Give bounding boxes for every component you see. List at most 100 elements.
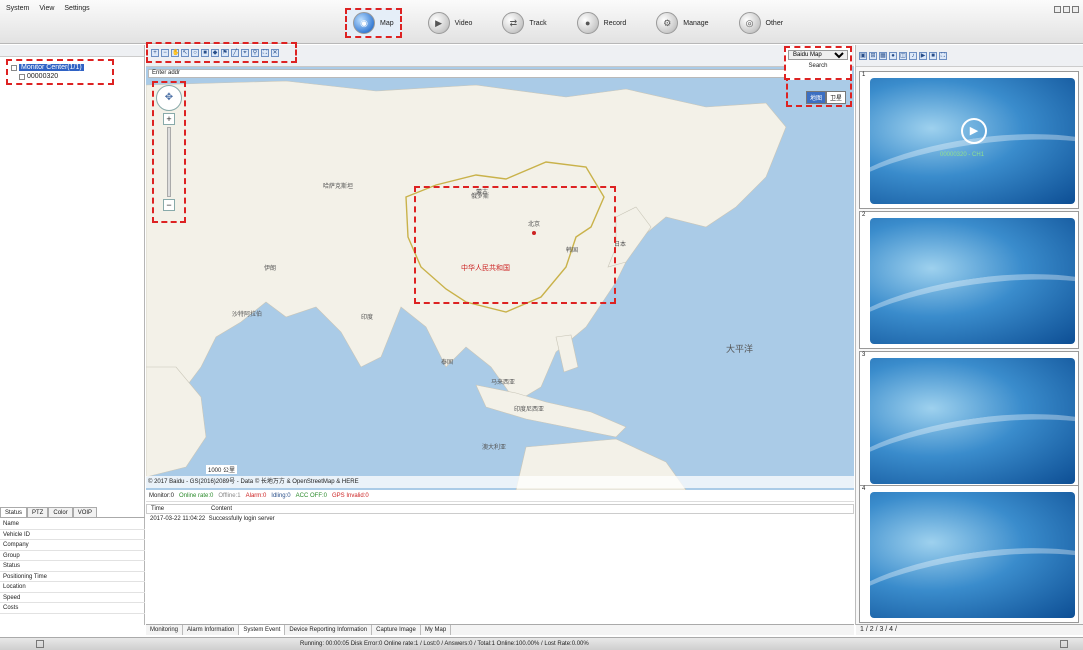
- play-icon[interactable]: ▶: [919, 51, 927, 60]
- search-button[interactable]: Search: [786, 63, 850, 69]
- left-tabs: Status PTZ Color VOIP: [0, 507, 145, 518]
- zoom-in-tool-icon[interactable]: +: [151, 48, 159, 57]
- tab-voip[interactable]: VOIP: [72, 507, 98, 517]
- nav-map-button[interactable]: ◉ Map: [345, 8, 402, 38]
- map-label: 澳大利亚: [482, 445, 507, 451]
- pane-number: 2: [860, 212, 868, 218]
- manage-icon: ⚙: [656, 12, 679, 34]
- event-time: 2017-03-22 11:04:22: [150, 516, 206, 522]
- track-icon: ⇄: [502, 12, 525, 34]
- pan-tool-icon[interactable]: ✋: [171, 48, 179, 57]
- basemap-select[interactable]: Baidu Map: [788, 50, 848, 60]
- pan-control-icon[interactable]: ✥: [156, 85, 182, 111]
- minimize-icon[interactable]: [1054, 6, 1061, 13]
- video-pager[interactable]: 1 / 2 / 3 / 4 /: [856, 624, 1083, 635]
- attr-location: Location: [0, 582, 145, 593]
- maximize-icon[interactable]: [1063, 6, 1070, 13]
- nav-record-label: Record: [603, 19, 627, 27]
- circle-tool-icon[interactable]: ○: [191, 48, 199, 57]
- layout-9-icon[interactable]: ▦: [879, 51, 887, 60]
- measure-tool-icon[interactable]: ⌖: [241, 48, 249, 57]
- highlight-region: [414, 186, 616, 304]
- search-tool-icon[interactable]: ⚲: [251, 48, 259, 57]
- map-view[interactable]: Enter addr 北京 中华人民共和国 俄罗斯 哈萨克斯坦 蒙古 日本 韩国…: [146, 67, 854, 490]
- flag-tool-icon[interactable]: ⚑: [221, 48, 229, 57]
- video-toolbar: ▣ ⊞ ▦ ● ◫ ♪ ▶ ■ ⛶: [856, 45, 1083, 67]
- fullscreen-icon[interactable]: ⛶: [939, 51, 947, 60]
- video-screen[interactable]: [870, 492, 1075, 618]
- menu-settings[interactable]: Settings: [64, 5, 89, 12]
- play-icon[interactable]: ▶: [961, 118, 987, 144]
- tab-device-reporting[interactable]: Device Reporting Information: [285, 625, 373, 635]
- menu-system[interactable]: System: [6, 5, 29, 12]
- layout-4-icon[interactable]: ⊞: [869, 51, 877, 60]
- table-row[interactable]: 2017-03-22 11:04:22 Successfully login s…: [146, 514, 854, 524]
- zoom-slider[interactable]: [167, 127, 171, 197]
- nav-track-label: Track: [529, 19, 547, 27]
- video-pane-3[interactable]: 3: [859, 351, 1079, 489]
- checkbox-icon[interactable]: [19, 73, 25, 80]
- device-tree: Monitor Center(1/1) 00000320: [6, 59, 114, 85]
- nav-record-button[interactable]: ● Record: [573, 8, 631, 38]
- checkbox-icon[interactable]: [11, 64, 17, 71]
- video-screen[interactable]: ▶ 00000320 - CH1: [870, 78, 1075, 204]
- tab-system-event[interactable]: System Event: [239, 625, 286, 635]
- event-table-header: Time Content: [146, 504, 854, 514]
- polygon-tool-icon[interactable]: ◆: [211, 48, 219, 57]
- satellite-mode-button[interactable]: 卫星: [825, 91, 846, 104]
- map-tools: + − ✋ ↖ ○ ■ ◆ ⚑ ╱ ⌖ ⚲ ⛶ ✕: [146, 42, 297, 63]
- clear-tool-icon[interactable]: ✕: [271, 48, 279, 57]
- video-pane-4[interactable]: 4: [859, 485, 1079, 623]
- land-africa: [146, 366, 207, 478]
- nav-manage-button[interactable]: ⚙ Manage: [652, 8, 712, 38]
- event-panel: Time Content 2017-03-22 11:04:22 Success…: [146, 504, 854, 623]
- tree-root[interactable]: Monitor Center(1/1): [11, 63, 109, 72]
- map-mode-button[interactable]: 地图: [805, 91, 826, 104]
- main-navigation: ◉ Map ▶ Video ⇄ Track ● Record ⚙ Manage ◎ Othe…: [345, 8, 809, 38]
- snapshot-icon[interactable]: ◫: [899, 51, 907, 60]
- fullscreen-tool-icon[interactable]: ⛶: [261, 48, 269, 57]
- footer-right-icon[interactable]: [1060, 640, 1068, 648]
- close-icon[interactable]: [1072, 6, 1079, 13]
- zoom-out-icon[interactable]: −: [163, 199, 175, 211]
- rectangle-tool-icon[interactable]: ■: [201, 48, 209, 57]
- menu-view[interactable]: View: [39, 5, 54, 12]
- nav-video-label: Video: [454, 19, 473, 27]
- tree-child[interactable]: 00000320: [11, 72, 109, 81]
- video-screen[interactable]: [870, 218, 1075, 344]
- stop-icon[interactable]: ■: [929, 51, 937, 60]
- tree-child-label[interactable]: 00000320: [27, 73, 58, 80]
- footer-left-icon[interactable]: [36, 640, 44, 648]
- tab-alarm-information[interactable]: Alarm Information: [183, 625, 240, 635]
- tab-capture-image[interactable]: Capture Image: [372, 625, 421, 635]
- zoom-in-icon[interactable]: +: [163, 113, 175, 125]
- pointer-tool-icon[interactable]: ↖: [181, 48, 189, 57]
- map-copyright: © 2017 Baidu - GS(2016)2089号 - Data © 长地…: [146, 476, 854, 488]
- video-pane-2[interactable]: 2: [859, 211, 1079, 349]
- tab-my-map[interactable]: My Map: [421, 625, 452, 635]
- record-icon[interactable]: ●: [889, 51, 897, 60]
- nav-track-button[interactable]: ⇄ Track: [498, 8, 550, 38]
- tab-monitoring[interactable]: Monitoring: [146, 625, 184, 635]
- nav-video-button[interactable]: ▶ Video: [424, 8, 477, 38]
- video-panel: ▣ ⊞ ▦ ● ◫ ♪ ▶ ■ ⛶ 1 ▶ 00000320 - CH1 2 3…: [855, 45, 1083, 635]
- footer-status-bar: Running: 00:00:05 Disk Error:0 Online ra…: [0, 637, 1083, 650]
- volume-icon[interactable]: ♪: [909, 51, 917, 60]
- zoom-out-tool-icon[interactable]: −: [161, 48, 169, 57]
- tree-root-label[interactable]: Monitor Center(1/1): [19, 64, 84, 71]
- address-input[interactable]: Enter addr: [148, 69, 848, 78]
- video-screen[interactable]: [870, 358, 1075, 484]
- tab-ptz[interactable]: PTZ: [27, 507, 49, 517]
- nav-other-label: Other: [765, 19, 784, 27]
- record-icon: ●: [576, 12, 599, 34]
- map-label: 印度: [361, 315, 374, 321]
- nav-other-button[interactable]: ◎ Other: [735, 8, 788, 38]
- line-tool-icon[interactable]: ╱: [231, 48, 239, 57]
- layout-1-icon[interactable]: ▣: [859, 51, 867, 60]
- window-controls: [1054, 6, 1079, 13]
- tab-status[interactable]: Status: [0, 507, 28, 517]
- video-pane-1[interactable]: 1 ▶ 00000320 - CH1: [859, 71, 1079, 209]
- tab-color[interactable]: Color: [48, 507, 73, 517]
- nav-manage-label: Manage: [683, 19, 709, 27]
- attr-costs: Costs: [0, 603, 145, 614]
